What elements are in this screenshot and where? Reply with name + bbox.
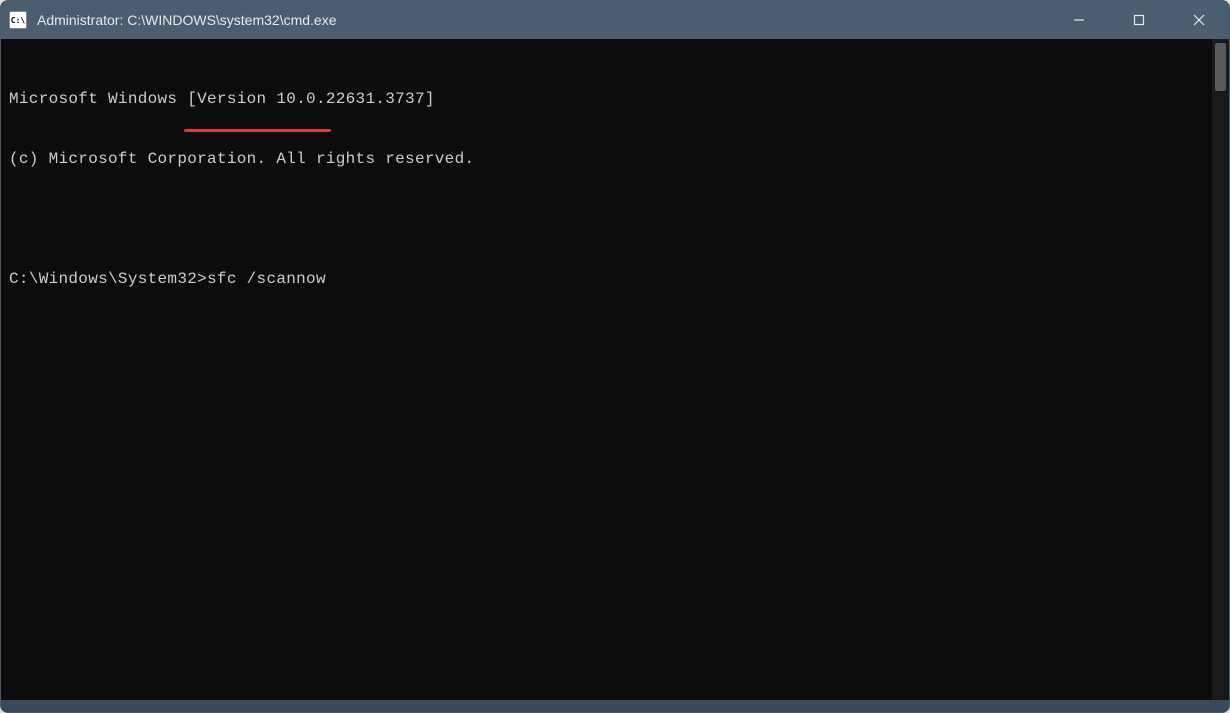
terminal-output[interactable]: Microsoft Windows [Version 10.0.22631.37… [1,39,1211,700]
titlebar[interactable]: C:\ Administrator: C:\WINDOWS\system32\c… [1,1,1229,39]
window-controls [1049,1,1229,39]
window-title: Administrator: C:\WINDOWS\system32\cmd.e… [37,12,1049,28]
blank-line [9,209,1203,229]
annotation-underline [184,129,331,132]
minimize-button[interactable] [1049,1,1109,39]
copyright-line: (c) Microsoft Corporation. All rights re… [9,149,1203,169]
close-button[interactable] [1169,1,1229,39]
version-line: Microsoft Windows [Version 10.0.22631.37… [9,89,1203,109]
cmd-window: C:\ Administrator: C:\WINDOWS\system32\c… [0,0,1230,713]
scrollbar[interactable] [1211,39,1229,700]
maximize-button[interactable] [1109,1,1169,39]
close-icon [1193,14,1205,26]
command-text: sfc /scannow [207,270,326,288]
terminal-area: Microsoft Windows [Version 10.0.22631.37… [1,39,1229,700]
prompt-line: C:\Windows\System32>sfc /scannow [9,269,1203,289]
cmd-icon: C:\ [9,11,27,29]
scrollbar-thumb[interactable] [1215,43,1226,91]
prompt-path: C:\Windows\System32> [9,270,207,288]
window-bottom-edge [1,700,1229,712]
maximize-icon [1133,14,1145,26]
minimize-icon [1073,14,1085,26]
